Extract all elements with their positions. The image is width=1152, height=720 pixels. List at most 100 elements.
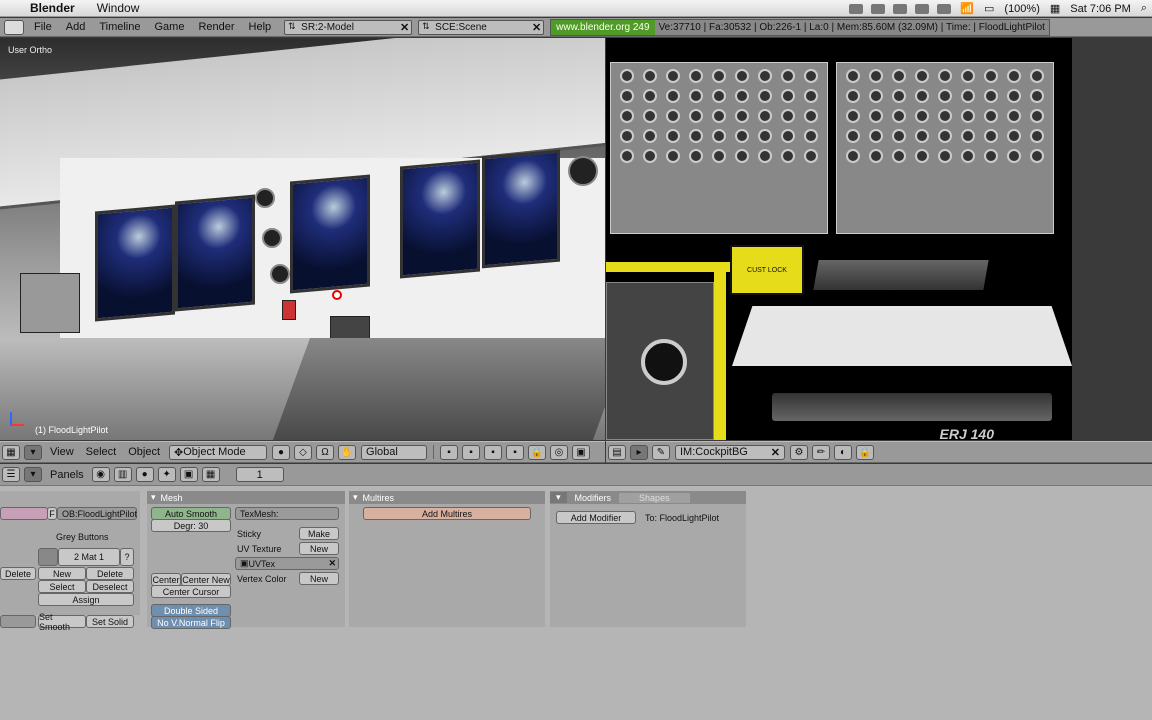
image-pin-icon[interactable]: ⚙ [790,444,808,460]
delete-material-slot-button[interactable]: Delete [86,567,134,580]
fake-user-button[interactable]: F [47,507,57,520]
view-menu[interactable]: View [44,446,80,458]
render-menu[interactable]: Render [191,21,241,33]
tray-icon-1[interactable] [849,3,864,14]
frame-field[interactable]: 1 [235,467,284,482]
manipulator-icon[interactable]: Ω [316,444,335,460]
uv-texture-new-button[interactable]: New [299,542,339,555]
bluetooth-icon[interactable] [937,3,952,14]
circuit-breaker-panel-left [610,62,828,234]
render-icon[interactable]: ▣ [572,444,591,460]
window-type-icon[interactable] [4,19,24,35]
gauge-1 [255,188,275,208]
add-modifier-button[interactable]: Add Modifier [556,511,636,524]
image-brush-icon[interactable]: ✏ [812,444,830,460]
snap-icon[interactable]: ◎ [550,444,569,460]
delete-material-button[interactable]: Delete [0,567,36,580]
deselect-material-button[interactable]: Deselect [86,580,134,593]
select-material-button[interactable]: Select [38,580,86,593]
set-smooth-button[interactable]: Set Smooth [38,612,86,632]
buttons-collapse-icon[interactable]: ▾ [24,467,42,482]
add-multires-button[interactable]: Add Multires [363,507,531,520]
material-help-button[interactable]: ? [120,548,134,566]
set-solid-button[interactable]: Set Solid [86,615,134,628]
image-collapse-icon[interactable]: ▸ [630,444,648,460]
script-icon[interactable]: ▥ [113,467,132,482]
3d-viewport[interactable]: User Ortho (1) FloodLightPilot [0,38,605,440]
tab-modifiers[interactable]: Modifiers [567,493,620,503]
add-menu[interactable]: Add [59,21,93,33]
lock-icon[interactable]: 🔒 [528,444,547,460]
material-color-swatch[interactable] [38,548,58,566]
image-paint-icon[interactable]: ✎ [652,444,670,460]
editing-icon[interactable]: ▣ [179,467,198,482]
select-menu[interactable]: Select [80,446,123,458]
center-cursor-button[interactable]: Center Cursor [151,585,231,598]
image-select[interactable]: IM:CockpitBG ✕ [675,444,785,460]
tab-shapes[interactable]: Shapes [619,492,690,503]
flag-icon[interactable]: ▦ [1045,2,1065,15]
gauge-3 [270,264,290,284]
image-lock-icon[interactable]: 🔒 [856,444,874,460]
mesh-datablock-field[interactable] [0,507,48,520]
orientation-value: Global [366,446,398,458]
screen-selector[interactable]: ⇅ SR:2-Model ✕ [284,19,413,35]
image-window-type-icon[interactable]: ▤ [608,444,626,460]
hand-icon[interactable]: ✋ [338,444,357,460]
help-menu[interactable]: Help [242,21,279,33]
shading-icon[interactable]: ● [135,467,154,482]
logic-icon[interactable]: ◉ [91,467,110,482]
modifiers-tabs: ▾ Modifiers Shapes [550,491,746,504]
image-close-icon[interactable]: ✕ [771,446,780,459]
screen-browse-icon[interactable]: ⇅ [288,21,296,32]
blender-url[interactable]: www.blender.org 249 [551,19,655,35]
no-vnormal-flip-toggle[interactable]: No V.Normal Flip [151,616,231,629]
pivot-icon[interactable]: ◇ [294,444,313,460]
material-index-field[interactable]: 2 Mat 1 [58,548,120,566]
image-uv-icon[interactable]: ◐ [834,444,852,460]
tray-icon-3[interactable] [893,3,908,14]
timeline-menu[interactable]: Timeline [92,21,147,33]
wifi-icon[interactable]: 📶 [955,2,979,15]
tray-icon-2[interactable] [871,3,886,14]
tray-icon-4[interactable] [915,3,930,14]
layer-icon-2[interactable]: ▪ [462,444,481,460]
scene-browse-icon[interactable]: ⇅ [422,21,430,32]
mesh-panel-title: Mesh [160,492,183,503]
mode-select[interactable]: ✥ Object Mode [169,444,268,460]
file-menu[interactable]: File [27,21,59,33]
object-name-field[interactable]: OB:FloodLightPilot [57,507,137,520]
spotlight-icon[interactable]: ⌕ [1136,2,1152,15]
battery-icon[interactable]: ▭ [979,2,999,15]
degr-field[interactable]: Degr: 30 [151,519,231,532]
assign-material-button[interactable]: Assign [38,593,134,606]
object-menu[interactable]: Object [122,446,166,458]
scene-close-icon[interactable]: ✕ [532,21,541,34]
scene-selector[interactable]: ⇅ SCE:Scene ✕ [418,19,545,35]
app-menu-blender[interactable]: Blender [26,1,89,15]
clock[interactable]: Sat 7:06 PM [1065,3,1136,15]
draw-type-icon[interactable]: ● [272,444,291,460]
new-material-button[interactable]: New [38,567,86,580]
vertex-color-new-button[interactable]: New [299,572,339,585]
scene-icon[interactable]: ▦ [201,467,220,482]
orientation-select[interactable]: Global [361,444,428,460]
uvtex-delete-icon[interactable]: ✕ [328,558,338,569]
modifiers-collapse-icon[interactable]: ▾ [550,492,567,503]
window-menu[interactable]: Window [89,1,148,15]
layer-icon-1[interactable]: ▪ [440,444,459,460]
screen-close-icon[interactable]: ✕ [400,21,409,34]
layer-icon-4[interactable]: ▪ [506,444,525,460]
game-menu[interactable]: Game [147,21,191,33]
texmesh-field[interactable]: TexMesh: [235,507,339,520]
viewport-collapse-icon[interactable]: ▾ [24,444,42,460]
layer-icon-3[interactable]: ▪ [484,444,503,460]
viewport-window-type-icon[interactable]: ▦ [2,444,20,460]
sticky-make-button[interactable]: Make [299,527,339,540]
panels-menu[interactable]: Panels [44,469,90,481]
buttons-window-type-icon[interactable]: ☰ [2,467,20,482]
object-icon[interactable]: ✦ [157,467,176,482]
3d-cursor-icon[interactable] [332,290,342,300]
image-editor[interactable]: CUST LOCK ERJ 140 [606,38,1072,440]
uvtex-field[interactable]: ▣ UVTex ✕ [235,557,339,570]
